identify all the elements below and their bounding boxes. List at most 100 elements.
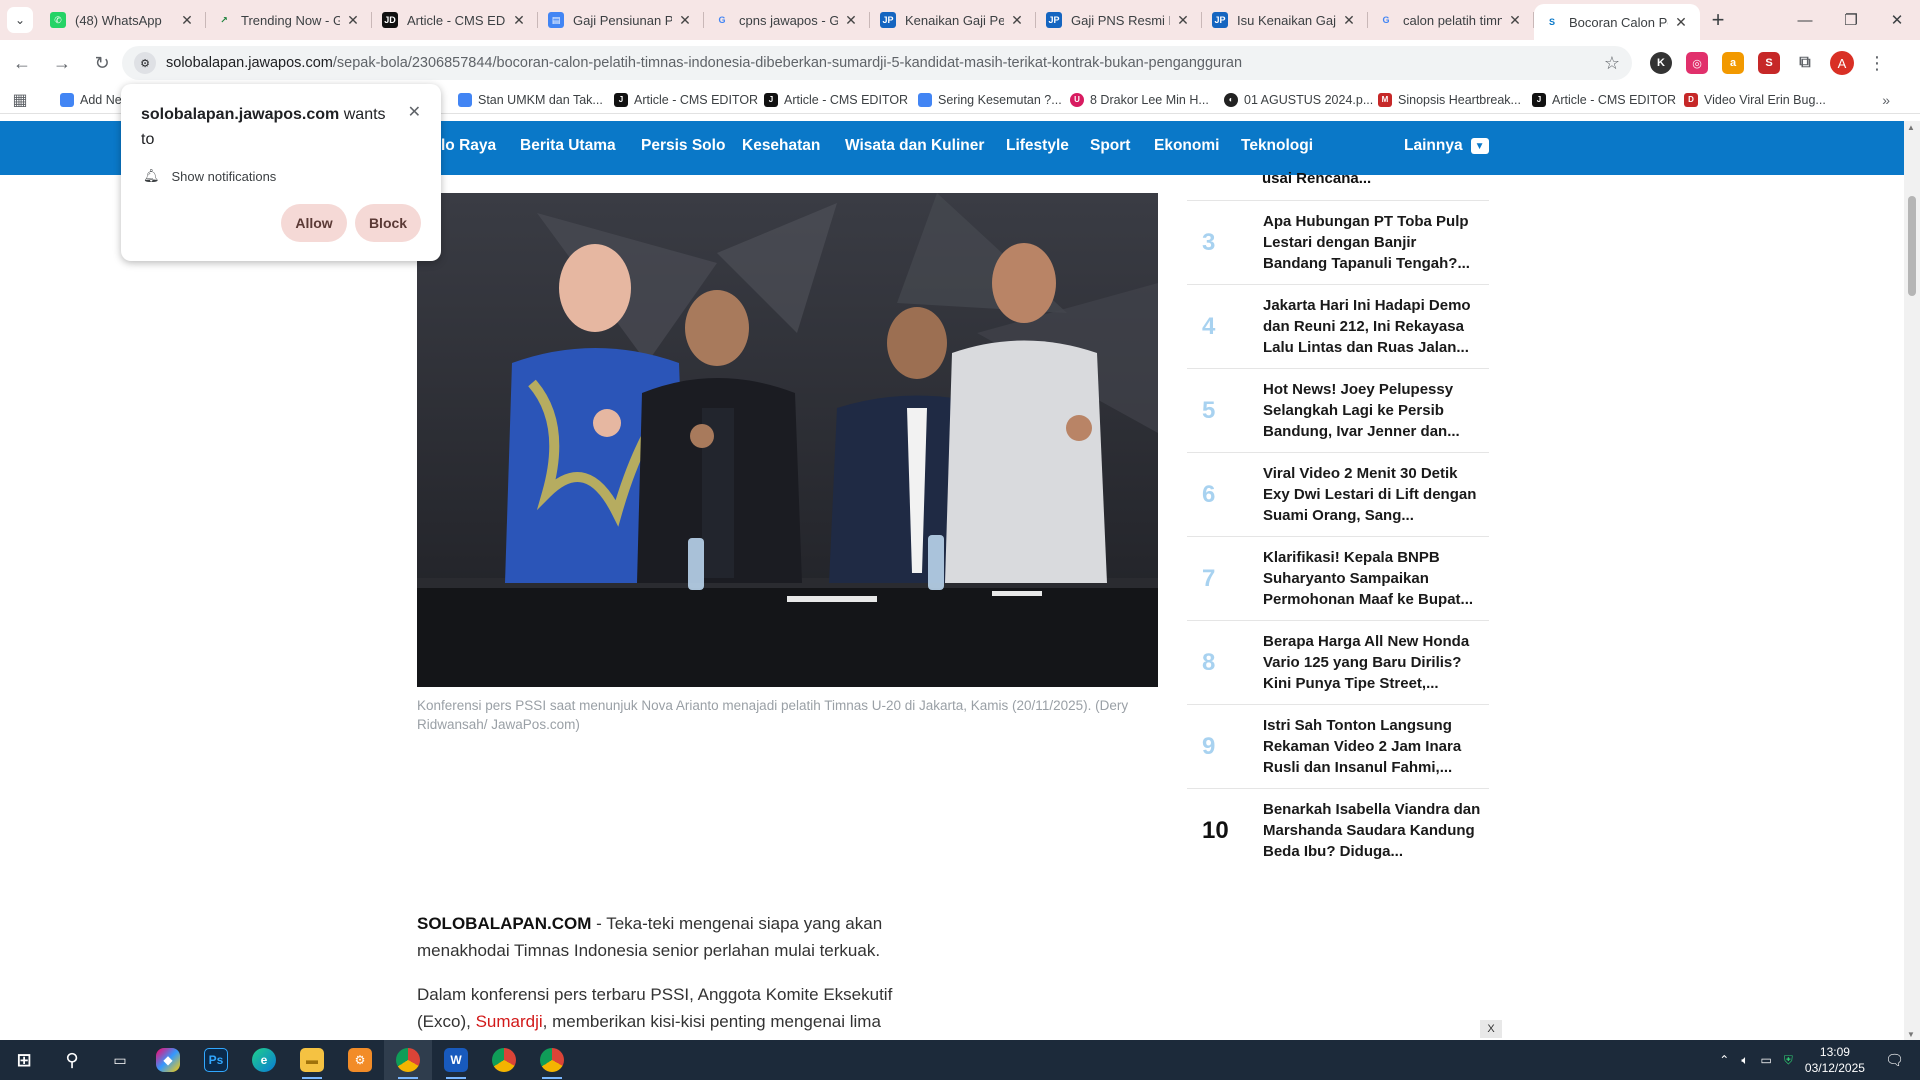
bookmark-item[interactable]: M Sinopsis Heartbreak... bbox=[1378, 92, 1521, 107]
network-icon[interactable]: ▭ bbox=[1761, 1053, 1772, 1067]
kebab-menu-icon[interactable]: ⋮ bbox=[1868, 53, 1886, 74]
bookmark-item[interactable]: U 8 Drakor Lee Min H... bbox=[1070, 92, 1209, 107]
popular-item[interactable]: 10 Benarkah Isabella Viandra dan Marshan… bbox=[1187, 789, 1489, 873]
popular-title[interactable]: Viral Video 2 Menit 30 Detik Exy Dwi Les… bbox=[1263, 453, 1483, 536]
close-icon[interactable]: ✕ bbox=[1672, 14, 1690, 31]
popular-item[interactable]: 3 Apa Hubungan PT Toba Pulp Lestari deng… bbox=[1187, 201, 1489, 285]
extension-s-icon[interactable]: S bbox=[1758, 52, 1780, 74]
back-button[interactable]: ← bbox=[4, 45, 40, 81]
close-icon[interactable]: ✕ bbox=[1340, 12, 1358, 29]
nav-item-teknologi[interactable]: Teknologi bbox=[1241, 137, 1313, 155]
nav-item-berita-utama[interactable]: Berita Utama bbox=[520, 137, 616, 155]
extension-instagram-icon[interactable]: ◎ bbox=[1686, 52, 1708, 74]
taskbar-app-orange[interactable]: ⚙ bbox=[336, 1040, 384, 1080]
taskbar-chrome-active[interactable] bbox=[384, 1040, 432, 1080]
bookmark-item[interactable]: ◐ 01 AGUSTUS 2024.p... bbox=[1224, 92, 1373, 107]
browser-tab[interactable]: JP Kenaikan Gaji Pen ✕ bbox=[870, 0, 1036, 40]
bookmark-item[interactable]: Add Ne bbox=[60, 92, 122, 107]
close-icon[interactable]: ✕ bbox=[344, 12, 362, 29]
browser-tab[interactable]: G calon pelatih timn ✕ bbox=[1368, 0, 1534, 40]
bookmark-item[interactable]: J Article - CMS EDITOR bbox=[764, 92, 908, 107]
taskbar-task-view[interactable]: ▭ bbox=[96, 1040, 144, 1080]
taskbar-search[interactable]: ⚲ bbox=[48, 1040, 96, 1080]
browser-tab[interactable]: JP Gaji PNS Resmi Di ✕ bbox=[1036, 0, 1202, 40]
popular-item[interactable]: 4 Jakarta Hari Ini Hadapi Demo dan Reuni… bbox=[1187, 285, 1489, 369]
nav-item-solo-raya[interactable]: lo Raya bbox=[441, 137, 496, 155]
close-icon[interactable]: ✕ bbox=[676, 12, 694, 29]
popular-title[interactable]: Apa Hubungan PT Toba Pulp Lestari dengan… bbox=[1263, 201, 1483, 284]
scroll-up-icon[interactable]: ▲ bbox=[1907, 123, 1915, 132]
ad-close-button[interactable]: X bbox=[1480, 1020, 1502, 1038]
bookmark-item[interactable]: Sering Kesemutan ?... bbox=[918, 92, 1062, 107]
nav-item-sport[interactable]: Sport bbox=[1090, 137, 1130, 155]
close-icon[interactable]: ✕ bbox=[408, 102, 421, 122]
extension-k-icon[interactable]: K bbox=[1650, 52, 1672, 74]
extension-a-icon[interactable]: a bbox=[1722, 52, 1744, 74]
bookmark-item[interactable]: D Video Viral Erin Bug... bbox=[1684, 92, 1826, 107]
browser-tab[interactable]: JD Article - CMS EDIT ✕ bbox=[372, 0, 538, 40]
allow-button[interactable]: Allow bbox=[281, 204, 347, 242]
bookmark-item[interactable]: J Article - CMS EDITOR bbox=[614, 92, 758, 107]
popular-title[interactable]: Benarkah Isabella Viandra dan Marshanda … bbox=[1263, 789, 1483, 873]
taskbar-edge[interactable]: e bbox=[240, 1040, 288, 1080]
speaker-icon[interactable]: 🔈︎ bbox=[1741, 1053, 1748, 1068]
extensions-puzzle-icon[interactable]: ⧉ bbox=[1794, 52, 1816, 74]
popular-item[interactable]: 6 Viral Video 2 Menit 30 Detik Exy Dwi L… bbox=[1187, 453, 1489, 537]
bookmark-item[interactable]: J Article - CMS EDITOR bbox=[1532, 92, 1676, 107]
taskbar-clock[interactable]: 13:09 03/12/2025 bbox=[1805, 1044, 1865, 1076]
close-icon[interactable]: ✕ bbox=[842, 12, 860, 29]
browser-tab-active[interactable]: S Bocoran Calon Pe ✕ bbox=[1534, 4, 1700, 40]
address-bar[interactable]: ⚙ solobalapan.jawapos.com/sepak-bola/230… bbox=[122, 46, 1632, 80]
bookmarks-overflow-icon[interactable]: » bbox=[1882, 92, 1890, 108]
start-button[interactable]: ⊞ bbox=[0, 1040, 48, 1080]
popular-title[interactable]: Jakarta Hari Ini Hadapi Demo dan Reuni 2… bbox=[1263, 285, 1483, 368]
nav-item-persis-solo[interactable]: Persis Solo bbox=[641, 137, 725, 155]
popular-item[interactable]: 7 Klarifikasi! Kepala BNPB Suharyanto Sa… bbox=[1187, 537, 1489, 621]
taskbar-word[interactable]: W bbox=[432, 1040, 480, 1080]
taskbar-chrome-profile[interactable] bbox=[528, 1040, 576, 1080]
security-icon[interactable]: ⛨ bbox=[1784, 1053, 1793, 1068]
tab-search-button[interactable]: ⌄ bbox=[0, 0, 40, 40]
close-icon[interactable]: ✕ bbox=[178, 12, 196, 29]
block-button[interactable]: Block bbox=[355, 204, 421, 242]
scrollbar-thumb[interactable] bbox=[1908, 196, 1916, 296]
nav-item-wisata-kuliner[interactable]: Wisata dan Kuliner bbox=[845, 137, 984, 155]
taskbar-file-explorer[interactable]: ▬ bbox=[288, 1040, 336, 1080]
taskbar-photoshop[interactable]: Ps bbox=[192, 1040, 240, 1080]
sumardji-link[interactable]: Sumardji bbox=[476, 1012, 543, 1031]
reload-button[interactable]: ↻ bbox=[84, 45, 120, 81]
popular-title[interactable]: Klarifikasi! Kepala BNPB Suharyanto Samp… bbox=[1263, 537, 1483, 620]
taskbar-copilot[interactable]: ◆ bbox=[144, 1040, 192, 1080]
notification-center-icon[interactable]: 🗨︎ bbox=[1885, 1051, 1904, 1069]
nav-item-lifestyle[interactable]: Lifestyle bbox=[1006, 137, 1069, 155]
popular-title[interactable]: Hot News! Joey Pelupessy Selangkah Lagi … bbox=[1263, 369, 1483, 452]
nav-item-ekonomi[interactable]: Ekonomi bbox=[1154, 137, 1219, 155]
restore-icon[interactable]: ❐ bbox=[1828, 0, 1874, 40]
apps-grid-icon[interactable]: ▦ bbox=[0, 90, 40, 110]
site-info-icon[interactable]: ⚙ bbox=[134, 52, 156, 74]
close-icon[interactable]: ✕ bbox=[510, 12, 528, 29]
popular-title[interactable]: Berapa Harga All New Honda Vario 125 yan… bbox=[1263, 621, 1483, 704]
close-icon[interactable]: ✕ bbox=[1174, 12, 1192, 29]
browser-tab[interactable]: ↗ Trending Now - G ✕ bbox=[206, 0, 372, 40]
close-icon[interactable]: ✕ bbox=[1008, 12, 1026, 29]
nav-more-menu[interactable]: Lainnya ▼ bbox=[1404, 137, 1489, 155]
bookmark-star-icon[interactable]: ☆ bbox=[1604, 53, 1620, 74]
close-icon[interactable]: ✕ bbox=[1506, 12, 1524, 29]
scroll-down-icon[interactable]: ▼ bbox=[1907, 1030, 1915, 1039]
popular-title[interactable]: Istri Sah Tonton Langsung Rekaman Video … bbox=[1263, 705, 1483, 788]
browser-tab[interactable]: JP Isu Kenaikan Gaji ✕ bbox=[1202, 0, 1368, 40]
browser-tab[interactable]: G cpns jawapos - Go ✕ bbox=[704, 0, 870, 40]
popular-item[interactable]: 9 Istri Sah Tonton Langsung Rekaman Vide… bbox=[1187, 705, 1489, 789]
forward-button[interactable]: → bbox=[44, 45, 80, 81]
popular-previous-tail[interactable]: usai Rencana... bbox=[1262, 170, 1371, 187]
nav-item-kesehatan[interactable]: Kesehatan bbox=[742, 137, 820, 155]
close-window-icon[interactable]: ✕ bbox=[1874, 0, 1920, 40]
popular-item[interactable]: 8 Berapa Harga All New Honda Vario 125 y… bbox=[1187, 621, 1489, 705]
browser-tab[interactable]: ✆ (48) WhatsApp ✕ bbox=[40, 0, 206, 40]
bookmark-item[interactable]: Stan UMKM dan Tak... bbox=[458, 92, 603, 107]
taskbar-chrome[interactable] bbox=[480, 1040, 528, 1080]
minimize-icon[interactable]: — bbox=[1782, 0, 1828, 40]
new-tab-button[interactable]: + bbox=[1700, 0, 1736, 40]
profile-avatar[interactable]: A bbox=[1830, 51, 1854, 75]
